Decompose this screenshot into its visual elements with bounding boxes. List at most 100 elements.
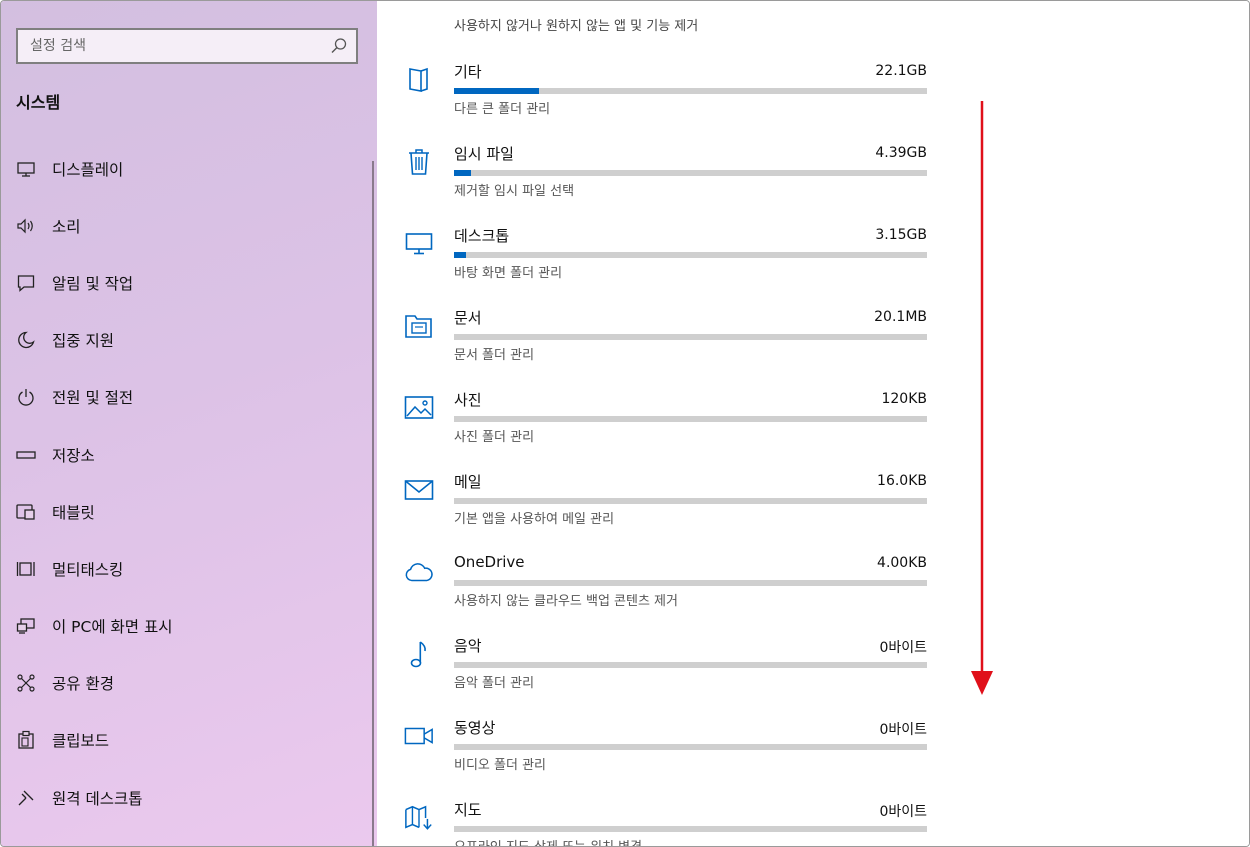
storage-row-music[interactable]: 음악 0바이트 음악 폴더 관리 <box>377 627 1249 709</box>
search-input[interactable] <box>18 30 318 62</box>
settings-window: 시스템 디스플레이 소리 알림 및 작업 <box>0 0 1250 847</box>
row-description: 사진 폴더 관리 <box>454 430 535 445</box>
row-description: 제거할 임시 파일 선택 <box>454 184 575 199</box>
row-size: 22.1GB <box>875 63 927 79</box>
tablet-icon <box>16 502 36 522</box>
row-size: 0바이트 <box>879 722 927 738</box>
row-description: 바탕 화면 폴더 관리 <box>454 266 563 281</box>
sidebar-item-notifications[interactable]: 알림 및 작업 <box>1 254 371 311</box>
pictures-icon <box>404 393 434 423</box>
row-size: 0바이트 <box>879 640 927 656</box>
sidebar-item-label: 이 PC에 화면 표시 <box>52 618 173 637</box>
row-title: 기타 <box>454 63 482 81</box>
row-title: 임시 파일 <box>454 145 514 163</box>
sidebar-item-tablet[interactable]: 태블릿 <box>1 483 371 540</box>
usage-bar <box>454 170 927 176</box>
sidebar-item-remote-desktop[interactable]: 원격 데스크톱 <box>1 769 371 826</box>
storage-row-maps[interactable]: 지도 0바이트 오프라인 지도 삭제 또는 위치 변경 <box>377 791 1249 846</box>
sidebar-item-display[interactable]: 디스플레이 <box>1 140 371 197</box>
sidebar-item-sound[interactable]: 소리 <box>1 197 371 254</box>
row-size: 0바이트 <box>879 804 927 820</box>
sidebar-item-label: 전원 및 절전 <box>52 389 134 408</box>
storage-row-videos[interactable]: 동영상 0바이트 비디오 폴더 관리 <box>377 709 1249 791</box>
sidebar-item-label: 공유 환경 <box>52 675 114 694</box>
row-size: 3.15GB <box>875 227 927 243</box>
project-icon <box>16 616 36 636</box>
cloud-icon <box>404 557 434 587</box>
storage-row-pictures[interactable]: 사진 120KB 사진 폴더 관리 <box>377 381 1249 463</box>
row-title: OneDrive <box>454 553 525 571</box>
remote-desktop-icon <box>16 788 36 808</box>
usage-bar <box>454 334 927 340</box>
sidebar-item-label: 저장소 <box>52 446 95 465</box>
sidebar-item-label: 태블릿 <box>52 503 95 522</box>
desktop-icon <box>404 229 434 259</box>
sidebar-item-clipboard[interactable]: 클립보드 <box>1 712 371 769</box>
storage-category-list: 기타 22.1GB 다른 큰 폴더 관리 임시 파일 4.39GB 제거할 임시… <box>377 53 1249 846</box>
row-description: 문서 폴더 관리 <box>454 348 535 363</box>
usage-bar <box>454 744 927 750</box>
usage-bar-fill <box>454 88 540 94</box>
sidebar-item-multitasking[interactable]: 멀티태스킹 <box>1 540 371 597</box>
documents-icon <box>404 311 434 341</box>
clipboard-icon <box>16 730 36 750</box>
mail-icon <box>404 475 434 505</box>
row-title: 음악 <box>454 637 482 655</box>
usage-bar <box>454 498 927 504</box>
row-title: 사진 <box>454 391 482 409</box>
power-icon <box>16 387 36 407</box>
sidebar-item-power[interactable]: 전원 및 절전 <box>1 369 371 426</box>
map-icon <box>404 803 434 833</box>
row-description: 사용하지 않는 클라우드 백업 콘텐츠 제거 <box>454 594 678 609</box>
search-icon[interactable] <box>330 37 348 55</box>
row-size: 16.0KB <box>877 473 927 489</box>
sidebar-scrollbar[interactable] <box>372 161 374 846</box>
row-title: 동영상 <box>454 719 496 737</box>
remove-apps-link[interactable]: 사용하지 않거나 원하지 않는 앱 및 기능 제거 <box>454 15 698 34</box>
sidebar-item-shared-experiences[interactable]: 공유 환경 <box>1 655 371 712</box>
usage-bar <box>454 662 927 668</box>
storage-row-onedrive[interactable]: OneDrive 4.00KB 사용하지 않는 클라우드 백업 콘텐츠 제거 <box>377 545 1249 627</box>
speaker-icon <box>16 216 36 236</box>
monitor-icon <box>16 159 36 179</box>
row-title: 지도 <box>454 801 482 819</box>
moon-icon <box>16 330 36 350</box>
notification-icon <box>16 273 36 293</box>
sidebar-item-focus-assist[interactable]: 집중 지원 <box>1 312 371 369</box>
scroll-down-arrow-annotation <box>971 101 993 695</box>
search-box[interactable] <box>16 28 358 64</box>
storage-row-temp-files[interactable]: 임시 파일 4.39GB 제거할 임시 파일 선택 <box>377 135 1249 217</box>
row-title: 메일 <box>454 473 482 491</box>
storage-row-mail[interactable]: 메일 16.0KB 기본 앱을 사용하여 메일 관리 <box>377 463 1249 545</box>
row-description: 오프라인 지도 삭제 또는 위치 변경 <box>454 836 642 846</box>
row-title: 문서 <box>454 309 482 327</box>
usage-bar <box>454 88 927 94</box>
sidebar: 시스템 디스플레이 소리 알림 및 작업 <box>1 1 377 846</box>
trash-icon <box>404 147 434 177</box>
sidebar-item-label: 멀티태스킹 <box>52 560 124 579</box>
sidebar-item-label: 클립보드 <box>52 732 110 751</box>
row-description: 비디오 폴더 관리 <box>454 758 546 773</box>
usage-bar <box>454 826 927 832</box>
row-size: 20.1MB <box>874 309 927 325</box>
row-title: 데스크톱 <box>454 227 510 245</box>
sidebar-heading: 시스템 <box>16 93 61 112</box>
storage-row-documents[interactable]: 문서 20.1MB 문서 폴더 관리 <box>377 299 1249 381</box>
sidebar-item-label: 알림 및 작업 <box>52 274 134 293</box>
storage-row-other[interactable]: 기타 22.1GB 다른 큰 폴더 관리 <box>377 53 1249 135</box>
main-content: 사용하지 않거나 원하지 않는 앱 및 기능 제거 기타 22.1GB 다른 큰… <box>377 1 1249 846</box>
usage-bar-fill <box>454 170 472 176</box>
music-icon <box>404 639 434 669</box>
row-description: 다른 큰 폴더 관리 <box>454 102 551 117</box>
sidebar-item-label: 원격 데스크톱 <box>52 789 143 808</box>
storage-row-desktop[interactable]: 데스크톱 3.15GB 바탕 화면 폴더 관리 <box>377 217 1249 299</box>
sidebar-item-label: 집중 지원 <box>52 332 114 351</box>
row-size: 4.39GB <box>875 145 927 161</box>
row-description: 기본 앱을 사용하여 메일 관리 <box>454 512 615 527</box>
sidebar-item-storage[interactable]: 저장소 <box>1 426 371 483</box>
usage-bar <box>454 580 927 586</box>
sidebar-item-project[interactable]: 이 PC에 화면 표시 <box>1 598 371 655</box>
row-description: 음악 폴더 관리 <box>454 676 535 691</box>
multitasking-icon <box>16 559 36 579</box>
usage-bar <box>454 416 927 422</box>
